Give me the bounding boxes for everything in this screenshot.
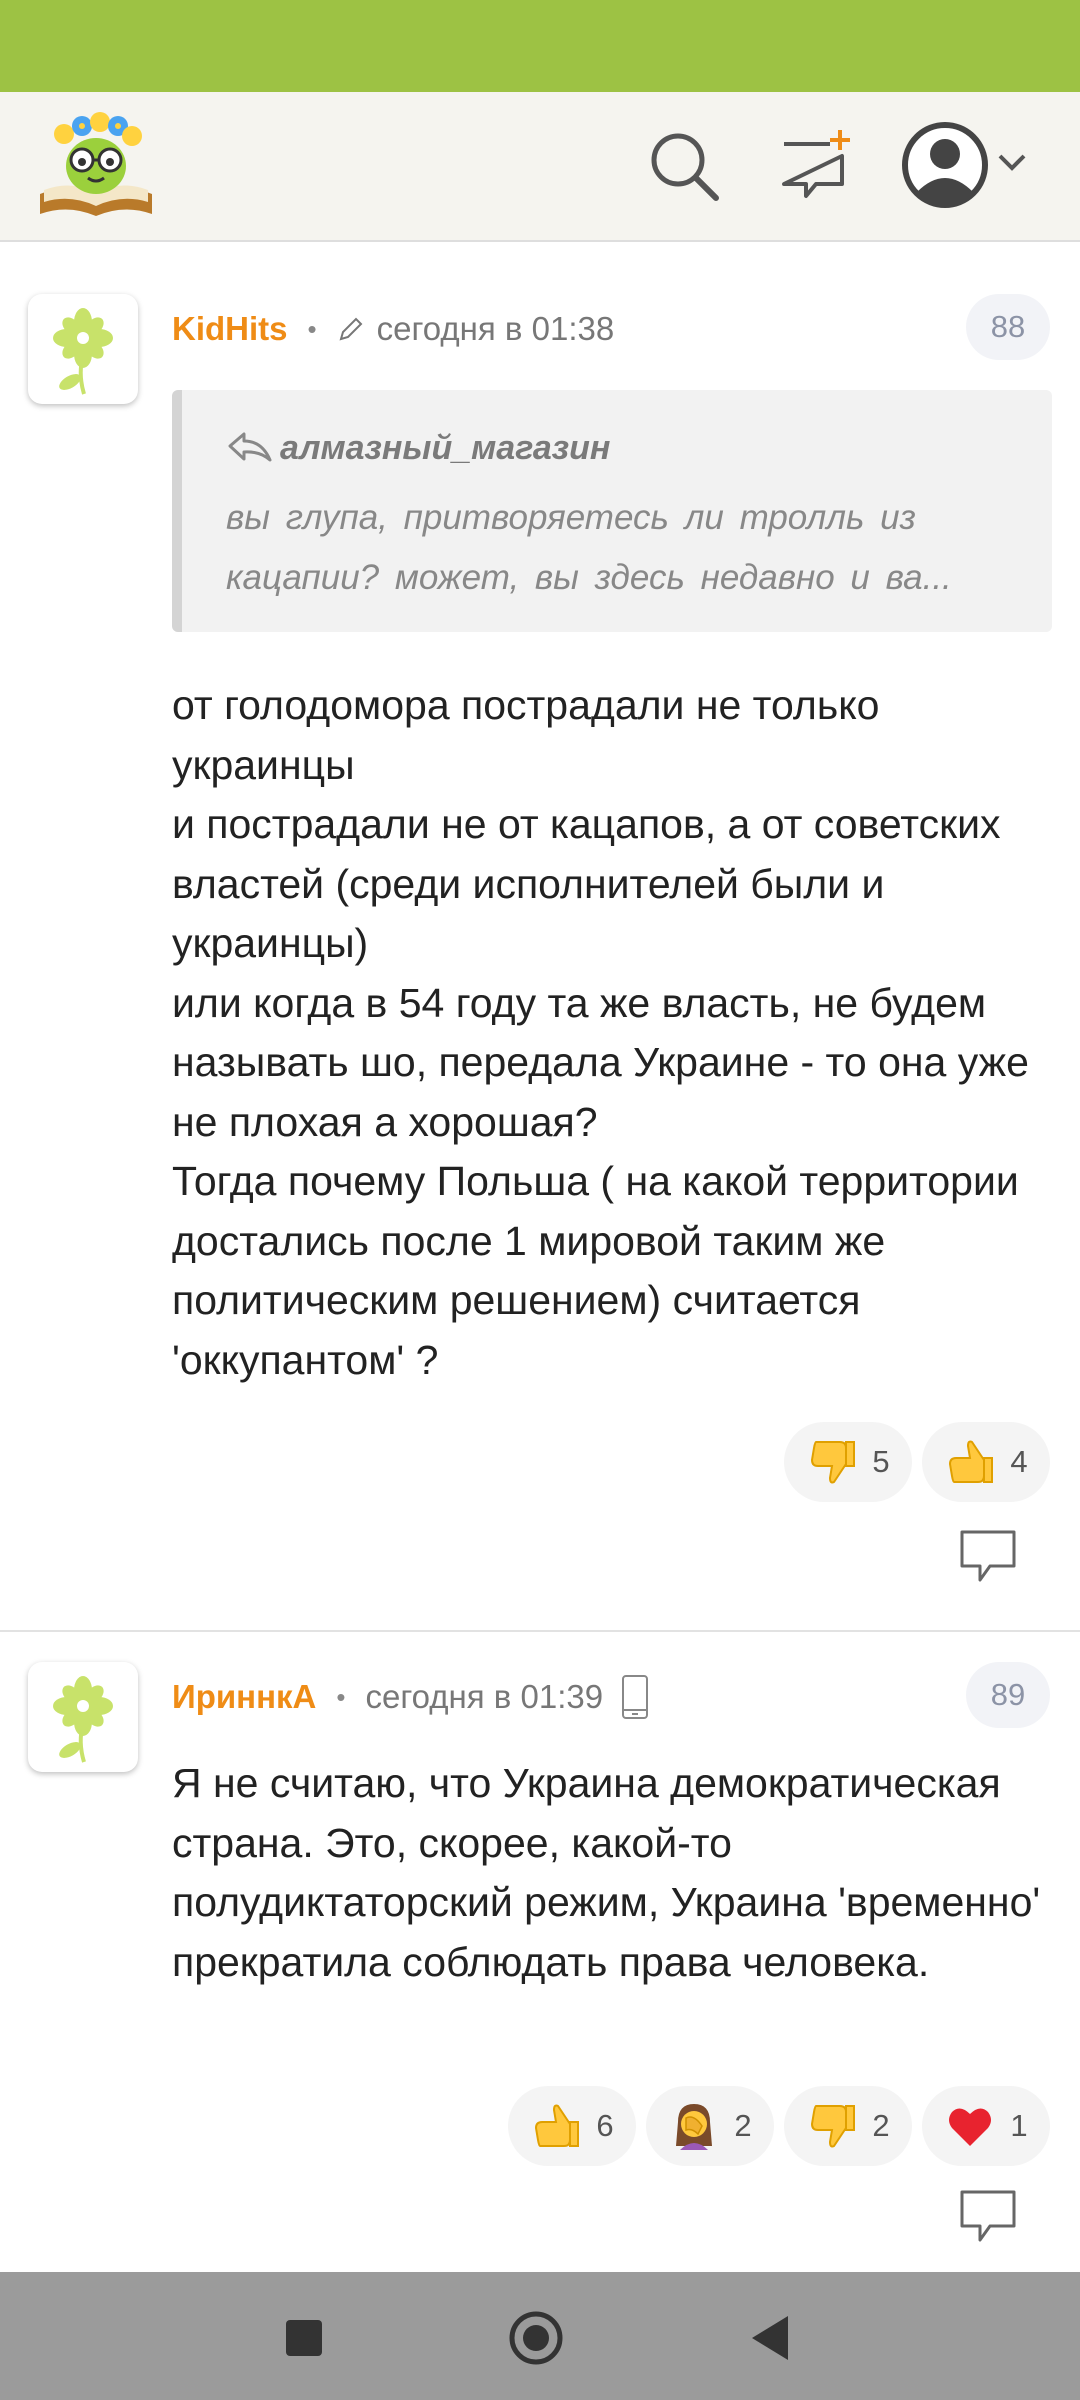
- heart-icon: [949, 2108, 992, 2146]
- facepalm-icon: [676, 2104, 713, 2150]
- reactions-row: 6 2 2 1: [508, 2086, 1050, 2166]
- thumbs-up-icon: [949, 1440, 994, 1483]
- edited-pencil-icon: [339, 317, 363, 341]
- mobile-device-icon: [622, 1675, 649, 1719]
- comment: ИриннкА • сегодня в 01:39 89 Я не считаю…: [0, 1636, 1080, 2276]
- comment-meta: KidHits • сегодня в 01:38: [172, 304, 614, 354]
- comment-meta: ИриннкА • сегодня в 01:39: [172, 1672, 651, 1722]
- thumbs-down-icon: [811, 1441, 856, 1484]
- author-avatar[interactable]: [28, 294, 138, 404]
- author-name[interactable]: ИриннкА: [172, 1678, 316, 1716]
- quote-block[interactable]: алмазный_магазин вы глупа, притворяетесь…: [172, 390, 1052, 632]
- quote-author: алмазный_магазин: [226, 428, 610, 468]
- comment-number-badge[interactable]: 88: [966, 294, 1050, 360]
- reaction-count: 4: [1010, 1444, 1028, 1479]
- reaction-thumbs-up[interactable]: 4: [922, 1422, 1050, 1502]
- status-bar: [0, 0, 1080, 92]
- thumbs-up-icon: [535, 2104, 580, 2147]
- search-icon[interactable]: [644, 126, 724, 206]
- reply-arrow-icon: [228, 432, 272, 462]
- author-name[interactable]: KidHits: [172, 310, 288, 348]
- comment-time: сегодня в 01:38: [376, 310, 615, 347]
- reaction-thumbs-down[interactable]: 2: [784, 2086, 912, 2166]
- reactions-row: 5 4: [784, 1422, 1050, 1502]
- comment-number-badge[interactable]: 89: [966, 1662, 1050, 1728]
- author-avatar[interactable]: [28, 1662, 138, 1772]
- reaction-count: 2: [872, 2108, 890, 2143]
- thumbs-down-icon: [811, 2105, 856, 2148]
- reaction-thumbs-down[interactable]: 5: [784, 1422, 912, 1502]
- chevron-down-icon[interactable]: [994, 144, 1030, 180]
- reaction-count: 6: [596, 2108, 614, 2143]
- comment-text: от голодомора пострадали не только украи…: [172, 682, 1029, 1383]
- recent-apps-icon[interactable]: [274, 2308, 334, 2368]
- app-header: [0, 92, 1080, 242]
- comment-text: Я не считаю, что Украина демократическая…: [172, 1760, 1041, 1985]
- system-nav-bar: [0, 2272, 1080, 2400]
- reply-comment-icon[interactable]: [958, 2188, 1018, 2244]
- reaction-count: 5: [872, 1444, 890, 1479]
- new-message-icon[interactable]: [776, 126, 856, 206]
- comment-time: сегодня в 01:39: [365, 1678, 604, 1715]
- reaction-facepalm[interactable]: 2: [646, 2086, 774, 2166]
- site-logo[interactable]: [34, 110, 158, 222]
- quote-text: вы глупа, притворяетесь ли тролль из кац…: [226, 498, 952, 597]
- comment: KidHits • сегодня в 01:38 88 алмазный_ма…: [0, 268, 1080, 1628]
- reaction-count: 2: [734, 2108, 752, 2143]
- back-icon[interactable]: [740, 2308, 800, 2368]
- user-avatar-icon[interactable]: [900, 120, 990, 210]
- separator-dot: •: [336, 1681, 346, 1712]
- separator-dot: •: [307, 313, 317, 344]
- comment-divider: [0, 1630, 1080, 1632]
- reaction-heart[interactable]: 1: [922, 2086, 1050, 2166]
- home-icon[interactable]: [506, 2308, 566, 2368]
- quote-author-name: алмазный_магазин: [280, 428, 611, 467]
- reaction-count: 1: [1010, 2108, 1028, 2143]
- reaction-thumbs-up[interactable]: 6: [508, 2086, 636, 2166]
- reply-comment-icon[interactable]: [958, 1528, 1018, 1584]
